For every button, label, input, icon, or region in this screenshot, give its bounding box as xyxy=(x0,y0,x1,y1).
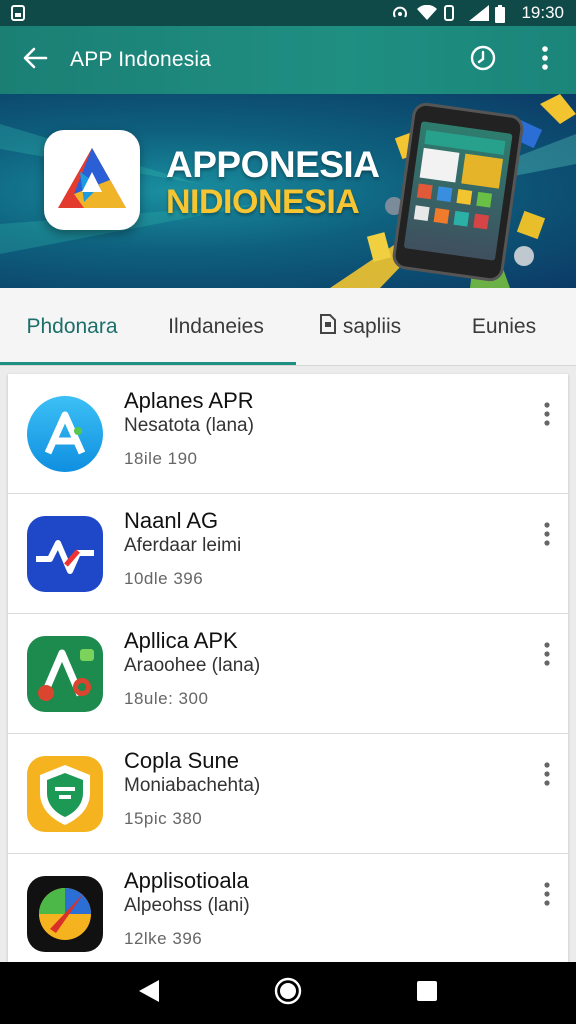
screenshot-notification-icon xyxy=(10,5,26,21)
active-tab-indicator xyxy=(0,362,296,365)
tab-label: Eunies xyxy=(471,314,537,338)
tab-ilndaneies[interactable]: Ilndaneies xyxy=(144,288,288,365)
home-circle-icon xyxy=(274,977,302,1010)
more-vert-icon xyxy=(541,45,549,76)
wifi-icon xyxy=(417,4,438,21)
tab-label: Phdonara xyxy=(26,314,118,338)
app-subtitle: Alpeohss (lani) xyxy=(124,895,250,916)
tab-eunies[interactable]: Eunies xyxy=(432,288,576,365)
app-subtitle: Araoohee (lana) xyxy=(124,654,261,676)
phone-illustration xyxy=(390,101,526,283)
battery-icon xyxy=(495,5,511,23)
page-title: APP Indonesia xyxy=(70,48,212,71)
nav-recents-button[interactable] xyxy=(403,969,451,1017)
item-more-button[interactable] xyxy=(532,638,562,674)
banner-headline: APPONESIA xyxy=(166,144,380,185)
tab-label: sapliis xyxy=(342,314,402,338)
more-vert-icon xyxy=(544,401,550,431)
arrow-left-icon xyxy=(22,46,48,75)
hotspot-icon xyxy=(391,5,408,21)
app-meta: 15pic 380 xyxy=(124,808,203,828)
app-subtitle: Moniabachehta) xyxy=(124,774,261,796)
app-title: Aplanes APR xyxy=(124,387,254,413)
app-list: Aplanes APR Nesatota (lana) 18ile 190 Na… xyxy=(8,374,568,962)
category-tabs: Phdonara Ilndaneies sapliis Eunies xyxy=(0,288,576,366)
history-button[interactable] xyxy=(452,26,514,94)
more-vert-icon xyxy=(544,881,550,911)
nav-home-button[interactable] xyxy=(264,969,312,1017)
more-vert-icon xyxy=(544,761,550,791)
document-icon xyxy=(319,313,337,341)
status-bar: 19:30 xyxy=(0,0,576,26)
banner-logo xyxy=(44,130,140,230)
clock-icon xyxy=(469,44,497,77)
pulse-icon xyxy=(26,515,104,593)
back-button[interactable] xyxy=(0,26,70,94)
shield-icon xyxy=(26,755,104,833)
app-title: Naanl AG xyxy=(124,507,219,533)
app-bar: APP Indonesia xyxy=(0,26,576,94)
app-meta: 18ile 190 xyxy=(124,448,198,468)
app-title: Apllica APK xyxy=(124,627,238,653)
system-nav-bar xyxy=(0,962,576,1024)
more-vert-icon xyxy=(544,641,550,671)
app-subtitle: Aferdaar leimi xyxy=(124,534,242,556)
list-item[interactable]: Naanl AG Aferdaar leimi 10dle 396 xyxy=(8,494,568,614)
list-item[interactable]: Aplanes APR Nesatota (lana) 18ile 190 xyxy=(8,374,568,494)
vibrate-icon xyxy=(443,5,459,21)
promo-banner[interactable]: APPONESIA NIDIONESIA xyxy=(0,94,576,288)
overflow-menu-button[interactable] xyxy=(514,26,576,94)
status-time: 19:30 xyxy=(521,3,564,22)
banner-subheadline: NIDIONESIA xyxy=(166,183,360,221)
compass-icon xyxy=(26,875,104,953)
green-a-icon xyxy=(26,635,104,713)
triangle-back-icon xyxy=(137,978,161,1009)
list-item[interactable]: Applisotioala Alpeohss (lani) 12lke 396 xyxy=(8,854,568,962)
nav-back-button[interactable] xyxy=(125,969,173,1017)
app-meta: 12lke 396 xyxy=(124,929,203,948)
item-more-button[interactable] xyxy=(532,398,562,434)
list-item[interactable]: Apllica APK Araoohee (lana) 18ule: 300 xyxy=(8,614,568,734)
app-subtitle: Nesatota (lana) xyxy=(124,414,254,436)
app-meta: 18ule: 300 xyxy=(124,688,209,708)
item-more-button[interactable] xyxy=(532,758,562,794)
app-title: Copla Sune xyxy=(124,747,239,773)
tab-label: Ilndaneies xyxy=(168,314,264,338)
blue-a-icon xyxy=(26,395,104,473)
tab-phdonara[interactable]: Phdonara xyxy=(0,288,144,365)
square-recents-icon xyxy=(416,980,438,1007)
tab-sapliis[interactable]: sapliis xyxy=(288,288,432,365)
app-title: Applisotioala xyxy=(124,868,249,893)
more-vert-icon xyxy=(544,521,550,551)
app-meta: 10dle 396 xyxy=(124,568,204,588)
item-more-button[interactable] xyxy=(532,878,562,914)
list-item[interactable]: Copla Sune Moniabachehta) 15pic 380 xyxy=(8,734,568,854)
signal-icon xyxy=(469,5,490,21)
item-more-button[interactable] xyxy=(532,518,562,554)
